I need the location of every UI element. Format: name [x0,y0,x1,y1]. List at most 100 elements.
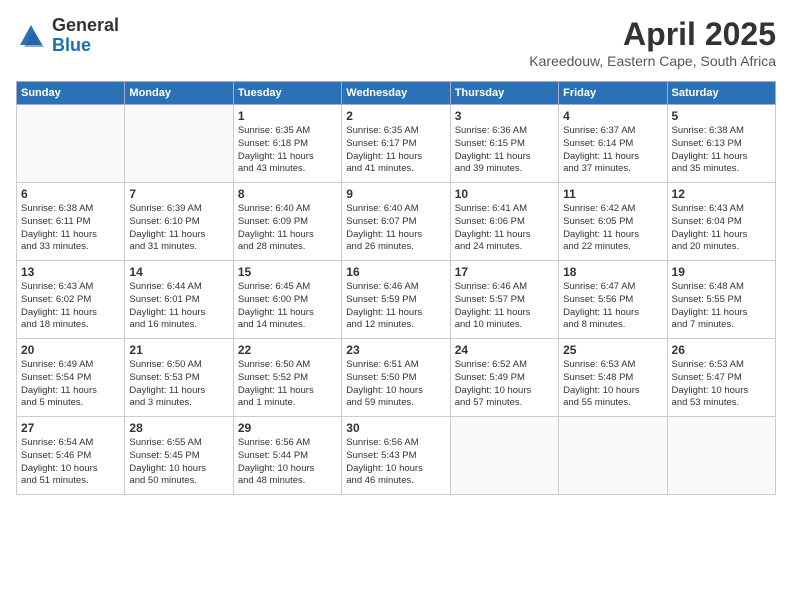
day-info: Sunrise: 6:47 AM Sunset: 5:56 PM Dayligh… [563,281,662,332]
calendar-cell: 26Sunrise: 6:53 AM Sunset: 5:47 PM Dayli… [667,339,775,417]
calendar-cell: 15 Sunrise: 6:45 AM Sunset: 6:00 PM Dayli… [233,261,341,339]
day-number: 4 [563,109,662,123]
calendar-cell: 28 Sunrise: 6:55 AM Sunset: 5:45 PM Dayli… [125,417,233,495]
calendar-cell [450,417,558,495]
calendar-day-header: Friday [559,82,667,105]
calendar-cell [667,417,775,495]
calendar-cell: 7 Sunrise: 6:39 AM Sunset: 6:10 PM Daylig… [125,183,233,261]
calendar-table: SundayMondayTuesdayWednesdayThursdayFrid… [16,81,776,495]
day-number: 25 [563,343,662,357]
calendar-cell: 29Sunrise: 6:56 AM Sunset: 5:44 PM Dayli… [233,417,341,495]
day-number: 2 [346,109,445,123]
day-info: Sunrise: 6:42 AM Sunset: 6:05 PM Dayligh… [563,203,662,254]
day-info: Sunrise: 6:50 AM Sunset: 5:52 PM Dayligh… [238,359,337,410]
calendar-cell: 27 Sunrise: 6:54 AM Sunset: 5:46 PM Dayli… [17,417,125,495]
day-info: Sunrise: 6:45 AM Sunset: 6:00 PM Dayligh… [238,281,337,332]
logo: General Blue [16,16,119,56]
day-number: 9 [346,187,445,201]
day-number: 29 [238,421,337,435]
day-info: Sunrise: 6:48 AM Sunset: 5:55 PM Dayligh… [672,281,771,332]
calendar-cell: 19 Sunrise: 6:48 AM Sunset: 5:55 PM Dayli… [667,261,775,339]
calendar-cell: 5 Sunrise: 6:38 AM Sunset: 6:13 PM Daylig… [667,105,775,183]
calendar-cell: 11 Sunrise: 6:42 AM Sunset: 6:05 PM Dayli… [559,183,667,261]
calendar-cell [17,105,125,183]
calendar-week-row: 27 Sunrise: 6:54 AM Sunset: 5:46 PM Dayli… [17,417,776,495]
day-number: 26 [672,343,771,357]
day-info: Sunrise: 6:55 AM Sunset: 5:45 PM Dayligh… [129,437,228,488]
calendar-cell: 10 Sunrise: 6:41 AM Sunset: 6:06 PM Dayli… [450,183,558,261]
day-info: Sunrise: 6:38 AM Sunset: 6:13 PM Dayligh… [672,125,771,176]
calendar-cell: 18 Sunrise: 6:47 AM Sunset: 5:56 PM Dayli… [559,261,667,339]
day-info: Sunrise: 6:39 AM Sunset: 6:10 PM Dayligh… [129,203,228,254]
calendar-cell: 21 Sunrise: 6:50 AM Sunset: 5:53 PM Dayli… [125,339,233,417]
calendar-day-header: Wednesday [342,82,450,105]
day-number: 10 [455,187,554,201]
logo-blue-text: Blue [52,36,119,56]
day-number: 11 [563,187,662,201]
calendar-cell: 14Sunrise: 6:44 AM Sunset: 6:01 PM Dayli… [125,261,233,339]
day-number: 3 [455,109,554,123]
day-info: Sunrise: 6:46 AM Sunset: 5:57 PM Dayligh… [455,281,554,332]
day-number: 30 [346,421,445,435]
day-number: 20 [21,343,120,357]
calendar-cell: 3 Sunrise: 6:36 AM Sunset: 6:15 PM Daylig… [450,105,558,183]
day-info: Sunrise: 6:51 AM Sunset: 5:50 PM Dayligh… [346,359,445,410]
day-info: Sunrise: 6:54 AM Sunset: 5:46 PM Dayligh… [21,437,120,488]
day-number: 28 [129,421,228,435]
logo-general-text: General [52,16,119,36]
calendar-cell: 20 Sunrise: 6:49 AM Sunset: 5:54 PM Dayli… [17,339,125,417]
day-info: Sunrise: 6:37 AM Sunset: 6:14 PM Dayligh… [563,125,662,176]
day-number: 7 [129,187,228,201]
calendar-cell: 12 Sunrise: 6:43 AM Sunset: 6:04 PM Dayli… [667,183,775,261]
day-number: 1 [238,109,337,123]
month-title: April 2025 [529,16,776,53]
day-info: Sunrise: 6:38 AM Sunset: 6:11 PM Dayligh… [21,203,120,254]
page-header: General Blue April 2025 Kareedouw, Easte… [16,16,776,69]
title-area: April 2025 Kareedouw, Eastern Cape, Sout… [529,16,776,69]
day-number: 6 [21,187,120,201]
day-info: Sunrise: 6:56 AM Sunset: 5:43 PM Dayligh… [346,437,445,488]
day-number: 27 [21,421,120,435]
day-info: Sunrise: 6:40 AM Sunset: 6:07 PM Dayligh… [346,203,445,254]
logo-icon [16,21,46,51]
calendar-cell: 2 Sunrise: 6:35 AM Sunset: 6:17 PM Daylig… [342,105,450,183]
calendar-cell: 8 Sunrise: 6:40 AM Sunset: 6:09 PM Daylig… [233,183,341,261]
calendar-week-row: 6 Sunrise: 6:38 AM Sunset: 6:11 PM Daylig… [17,183,776,261]
day-info: Sunrise: 6:49 AM Sunset: 5:54 PM Dayligh… [21,359,120,410]
day-info: Sunrise: 6:35 AM Sunset: 6:17 PM Dayligh… [346,125,445,176]
day-number: 15 [238,265,337,279]
day-number: 18 [563,265,662,279]
calendar-cell: 23 Sunrise: 6:51 AM Sunset: 5:50 PM Dayli… [342,339,450,417]
day-info: Sunrise: 6:36 AM Sunset: 6:15 PM Dayligh… [455,125,554,176]
day-number: 17 [455,265,554,279]
day-number: 22 [238,343,337,357]
day-number: 24 [455,343,554,357]
day-number: 8 [238,187,337,201]
calendar-cell: 1Sunrise: 6:35 AM Sunset: 6:18 PM Daylig… [233,105,341,183]
calendar-cell: 13Sunrise: 6:43 AM Sunset: 6:02 PM Dayli… [17,261,125,339]
calendar-cell: 9 Sunrise: 6:40 AM Sunset: 6:07 PM Daylig… [342,183,450,261]
day-info: Sunrise: 6:41 AM Sunset: 6:06 PM Dayligh… [455,203,554,254]
day-info: Sunrise: 6:50 AM Sunset: 5:53 PM Dayligh… [129,359,228,410]
calendar-cell [559,417,667,495]
day-info: Sunrise: 6:43 AM Sunset: 6:04 PM Dayligh… [672,203,771,254]
day-number: 19 [672,265,771,279]
day-number: 13 [21,265,120,279]
day-info: Sunrise: 6:46 AM Sunset: 5:59 PM Dayligh… [346,281,445,332]
calendar-header-row: SundayMondayTuesdayWednesdayThursdayFrid… [17,82,776,105]
day-number: 21 [129,343,228,357]
day-info: Sunrise: 6:44 AM Sunset: 6:01 PM Dayligh… [129,281,228,332]
day-info: Sunrise: 6:40 AM Sunset: 6:09 PM Dayligh… [238,203,337,254]
day-number: 5 [672,109,771,123]
calendar-cell: 16Sunrise: 6:46 AM Sunset: 5:59 PM Dayli… [342,261,450,339]
day-info: Sunrise: 6:52 AM Sunset: 5:49 PM Dayligh… [455,359,554,410]
day-number: 23 [346,343,445,357]
calendar-week-row: 1Sunrise: 6:35 AM Sunset: 6:18 PM Daylig… [17,105,776,183]
location-text: Kareedouw, Eastern Cape, South Africa [529,53,776,69]
day-number: 12 [672,187,771,201]
calendar-day-header: Tuesday [233,82,341,105]
calendar-cell: 4 Sunrise: 6:37 AM Sunset: 6:14 PM Daylig… [559,105,667,183]
calendar-cell: 25Sunrise: 6:53 AM Sunset: 5:48 PM Dayli… [559,339,667,417]
calendar-cell: 6 Sunrise: 6:38 AM Sunset: 6:11 PM Daylig… [17,183,125,261]
calendar-cell: 22 Sunrise: 6:50 AM Sunset: 5:52 PM Dayli… [233,339,341,417]
